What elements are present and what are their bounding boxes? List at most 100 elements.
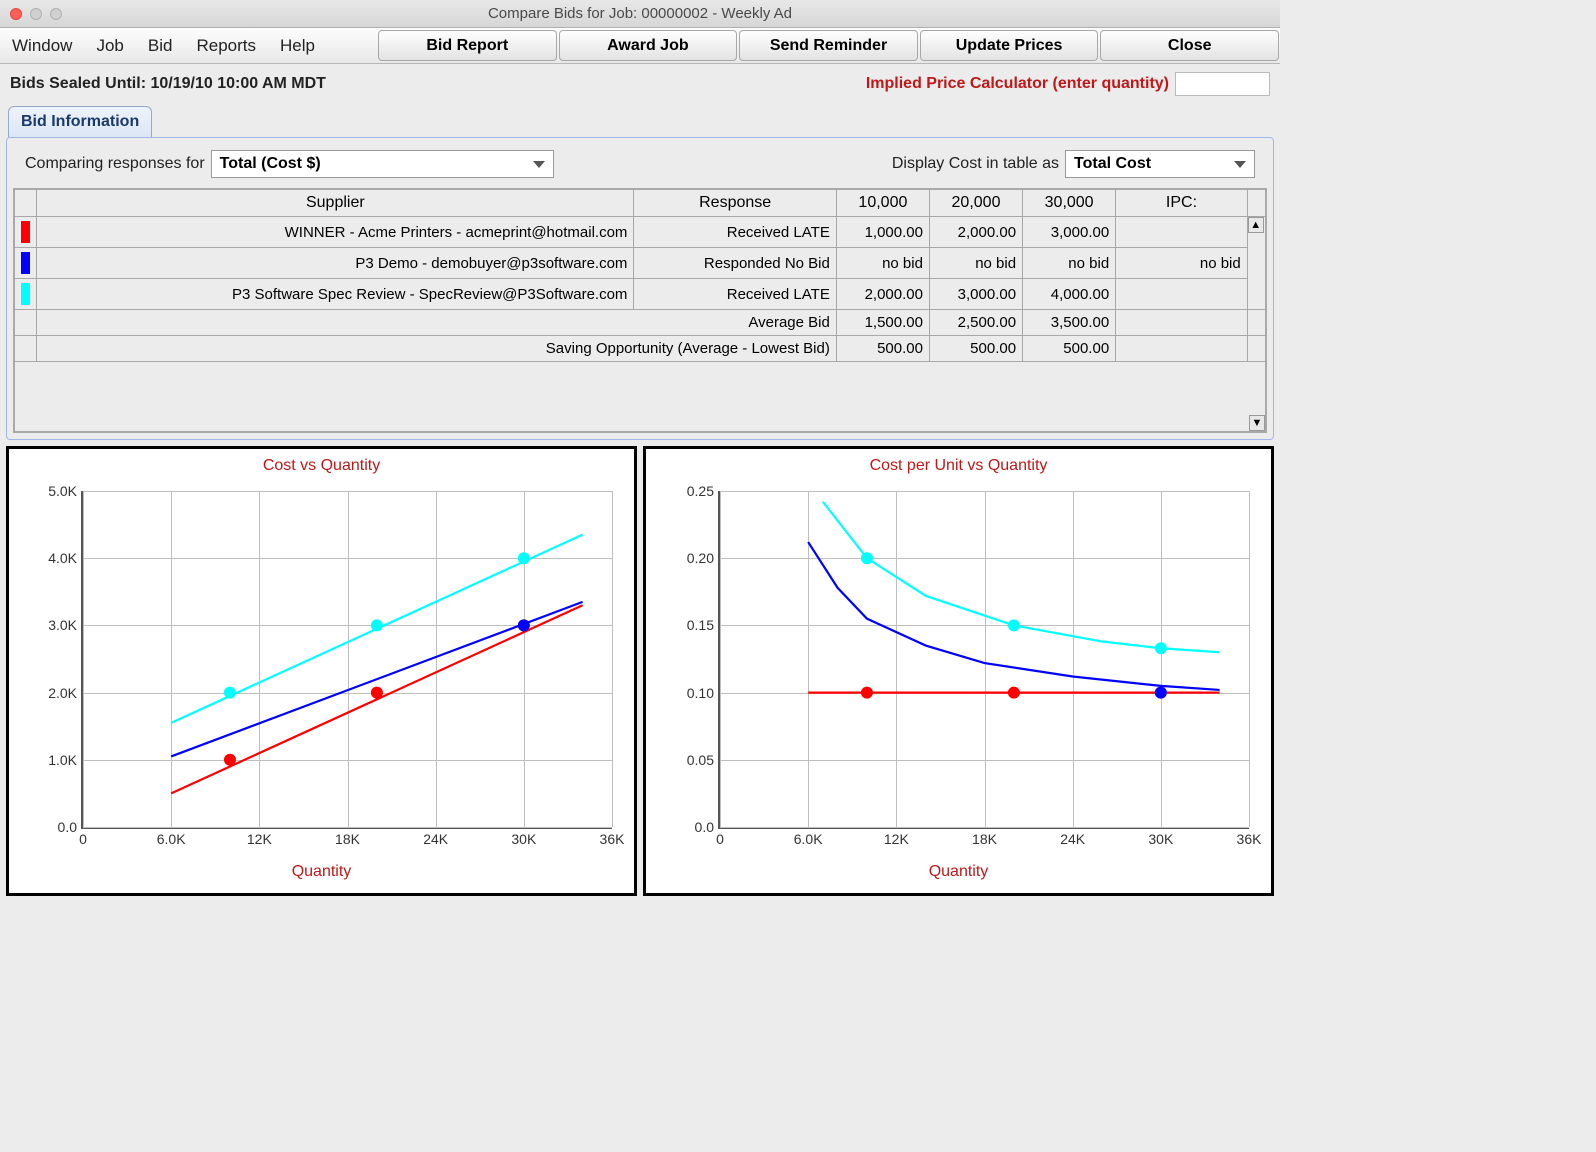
color-swatch — [21, 221, 30, 243]
data-point[interactable] — [861, 552, 873, 564]
menu-job[interactable]: Job — [84, 28, 135, 63]
cell-supplier: P3 Software Spec Review - SpecReview@P3S… — [37, 279, 634, 310]
close-button[interactable]: Close — [1100, 30, 1279, 61]
chart-plot-area: 0.00.050.100.150.200.2506.0K12K18K24K30K… — [718, 491, 1249, 829]
menu-bid[interactable]: Bid — [136, 28, 185, 63]
cell-ipc — [1116, 217, 1248, 248]
bids-table: Supplier Response 10,000 20,000 30,000 I… — [13, 188, 1267, 433]
data-point[interactable] — [224, 754, 236, 766]
bid-report-button[interactable]: Bid Report — [378, 30, 557, 61]
menu-help[interactable]: Help — [268, 28, 327, 63]
comparing-value: Total (Cost $) — [220, 155, 321, 173]
data-point[interactable] — [518, 552, 530, 564]
comparing-label: Comparing responses for — [25, 155, 205, 173]
data-point[interactable] — [1008, 619, 1020, 631]
x-tick-label: 24K — [423, 831, 448, 847]
scroll-up-icon[interactable]: ▲ — [1248, 217, 1264, 233]
y-tick-label: 0.05 — [687, 752, 714, 768]
cell-supplier: WINNER - Acme Printers - acmeprint@hotma… — [37, 217, 634, 248]
data-point[interactable] — [1155, 642, 1167, 654]
color-swatch — [21, 252, 30, 274]
update-prices-button[interactable]: Update Prices — [920, 30, 1099, 61]
cell-q2: no bid — [929, 248, 1022, 279]
x-tick-label: 24K — [1060, 831, 1085, 847]
data-point[interactable] — [371, 687, 383, 699]
x-tick-label: 30K — [511, 831, 536, 847]
table-row[interactable]: P3 Software Spec Review - SpecReview@P3S… — [15, 279, 1266, 310]
y-tick-label: 4.0K — [48, 550, 77, 566]
cell-q1: 500.00 — [836, 336, 929, 362]
data-point[interactable] — [1008, 687, 1020, 699]
charts-row: Cost vs Quantity 0.01.0K2.0K3.0K4.0K5.0K… — [6, 446, 1274, 896]
col-10000[interactable]: 10,000 — [836, 190, 929, 217]
cell-q3: 3,500.00 — [1023, 310, 1116, 336]
table-row[interactable]: WINNER - Acme Printers - acmeprint@hotma… — [15, 217, 1266, 248]
zoom-window-icon[interactable] — [50, 8, 62, 20]
chart-cost-vs-quantity: Cost vs Quantity 0.01.0K2.0K3.0K4.0K5.0K… — [6, 446, 637, 896]
chart-cost-per-unit-vs-quantity: Cost per Unit vs Quantity 0.00.050.100.1… — [643, 446, 1274, 896]
cell-q1: no bid — [836, 248, 929, 279]
ipc-quantity-input[interactable] — [1175, 72, 1270, 96]
bids-sealed-label: Bids Sealed Until: 10/19/10 10:00 AM MDT — [10, 75, 866, 93]
cell-supplier: P3 Demo - demobuyer@p3software.com — [37, 248, 634, 279]
y-tick-label: 5.0K — [48, 483, 77, 499]
table-summary-row: Average Bid1,500.002,500.003,500.00 — [15, 310, 1266, 336]
menu-reports[interactable]: Reports — [184, 28, 268, 63]
comparing-select[interactable]: Total (Cost $) — [211, 150, 555, 178]
x-tick-label: 6.0K — [157, 831, 186, 847]
main-toolbar: Window Job Bid Reports Help Bid Report A… — [0, 28, 1280, 64]
cell-response: Responded No Bid — [634, 248, 836, 279]
x-tick-label: 36K — [1237, 831, 1262, 847]
x-tick-label: 36K — [600, 831, 625, 847]
minimize-window-icon[interactable] — [30, 8, 42, 20]
data-point[interactable] — [224, 687, 236, 699]
cell-q2: 2,000.00 — [929, 217, 1022, 248]
ipc-calculator-label: Implied Price Calculator (enter quantity… — [866, 75, 1169, 93]
chart-title: Cost vs Quantity — [9, 457, 634, 475]
cell-q2: 2,500.00 — [929, 310, 1022, 336]
x-axis-label: Quantity — [9, 863, 634, 881]
y-tick-label: 1.0K — [48, 752, 77, 768]
y-tick-label: 0.10 — [687, 685, 714, 701]
cell-response: Received LATE — [634, 279, 836, 310]
display-cost-label: Display Cost in table as — [892, 155, 1059, 173]
tabs: Bid Information — [0, 106, 1280, 137]
table-row[interactable]: P3 Demo - demobuyer@p3software.comRespon… — [15, 248, 1266, 279]
col-30000[interactable]: 30,000 — [1023, 190, 1116, 217]
window-controls — [10, 8, 62, 20]
data-point[interactable] — [861, 687, 873, 699]
data-point[interactable] — [1155, 687, 1167, 699]
display-cost-select[interactable]: Total Cost — [1065, 150, 1255, 178]
award-job-button[interactable]: Award Job — [559, 30, 738, 61]
cell-q3: 3,000.00 — [1023, 217, 1116, 248]
scroll-down-icon[interactable]: ▼ — [1249, 415, 1265, 431]
data-point[interactable] — [371, 619, 383, 631]
col-ipc[interactable]: IPC: — [1116, 190, 1248, 217]
x-tick-label: 0 — [79, 831, 87, 847]
col-supplier[interactable]: Supplier — [37, 190, 634, 217]
tab-bid-information[interactable]: Bid Information — [8, 106, 152, 137]
x-tick-label: 18K — [972, 831, 997, 847]
menu-window[interactable]: Window — [0, 28, 84, 63]
y-tick-label: 0.15 — [687, 617, 714, 633]
close-window-icon[interactable] — [10, 8, 22, 20]
y-tick-label: 0.0 — [58, 819, 77, 835]
window-title: Compare Bids for Job: 00000002 - Weekly … — [0, 5, 1280, 22]
cell-q3: 4,000.00 — [1023, 279, 1116, 310]
chevron-down-icon — [533, 161, 545, 168]
cell-response: Received LATE — [634, 217, 836, 248]
y-tick-label: 0.25 — [687, 483, 714, 499]
x-tick-label: 12K — [247, 831, 272, 847]
series-line — [171, 605, 582, 793]
col-20000[interactable]: 20,000 — [929, 190, 1022, 217]
data-point[interactable] — [518, 619, 530, 631]
x-tick-label: 6.0K — [794, 831, 823, 847]
col-response[interactable]: Response — [634, 190, 836, 217]
table-empty-area: ▼ — [14, 362, 1266, 432]
summary-label: Average Bid — [37, 310, 837, 336]
y-tick-label: 3.0K — [48, 617, 77, 633]
table-summary-row: Saving Opportunity (Average - Lowest Bid… — [15, 336, 1266, 362]
status-row: Bids Sealed Until: 10/19/10 10:00 AM MDT… — [0, 64, 1280, 100]
send-reminder-button[interactable]: Send Reminder — [739, 30, 918, 61]
chevron-down-icon — [1234, 161, 1246, 168]
